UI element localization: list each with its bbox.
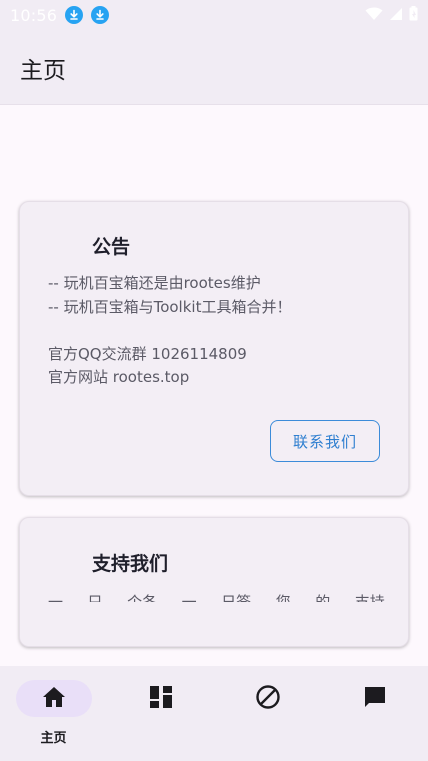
- status-bar: 10:56: [0, 0, 428, 30]
- nav-item-dashboard[interactable]: [107, 666, 214, 761]
- nav-item-chat[interactable]: [321, 666, 428, 761]
- download-icon: [91, 6, 110, 24]
- support-title: 支持我们: [92, 553, 169, 575]
- notice-body: -- 玩机百宝箱还是由rootes维护 -- 玩机百宝箱与Toolkit工具箱合…: [48, 272, 291, 390]
- notice-line: [48, 319, 291, 343]
- block-icon: [255, 684, 281, 714]
- nav-item-home[interactable]: 主页: [0, 666, 107, 761]
- support-card[interactable]: 支持我们 一 … 只 … 个各 … 一 … 日签 … 您 … 的 … 支持 … …: [19, 517, 409, 647]
- battery-icon: [409, 5, 418, 25]
- bottom-nav: 主页: [0, 666, 428, 761]
- status-time: 10:56: [10, 5, 58, 25]
- notice-line: -- 玩机百宝箱与Toolkit工具箱合并！: [48, 297, 292, 316]
- home-icon: [42, 686, 66, 712]
- nav-home-label: 主页: [40, 731, 67, 746]
- notice-line: 官方网站 rootes.top: [48, 368, 190, 386]
- nav-home-pill[interactable]: [15, 680, 92, 717]
- notice-title: 公告: [92, 236, 131, 258]
- notice-card: 公告 -- 玩机百宝箱还是由rootes维护 -- 玩机百宝箱与Toolkit工…: [19, 201, 409, 496]
- nav-chat-pill[interactable]: [337, 680, 413, 717]
- notice-line: 官方QQ交流群 1026114809: [48, 344, 247, 363]
- nav-dashboard-pill[interactable]: [123, 680, 199, 717]
- chat-icon: [363, 685, 387, 713]
- dashboard-icon: [149, 685, 172, 712]
- nav-item-block[interactable]: [214, 666, 321, 761]
- nav-block-pill[interactable]: [230, 680, 306, 717]
- page-title: 主页: [20, 58, 66, 84]
- screen: 10:56 主页 公告 -- 玩机百宝箱还是由rootes维护 -- 玩机百宝箱…: [0, 0, 428, 761]
- signal-icon: [389, 6, 403, 25]
- contact-us-button[interactable]: 联系我们: [270, 420, 380, 462]
- support-text: 一 … 只 … 个各 … 一 … 日签 … 您 … 的 … 支持 … 将 … 帮…: [48, 593, 388, 602]
- notice-line: -- 玩机百宝箱还是由rootes维护: [48, 274, 261, 292]
- download-icon: [65, 6, 84, 24]
- wifi-icon: [365, 6, 383, 25]
- app-bar: 主页: [0, 30, 428, 105]
